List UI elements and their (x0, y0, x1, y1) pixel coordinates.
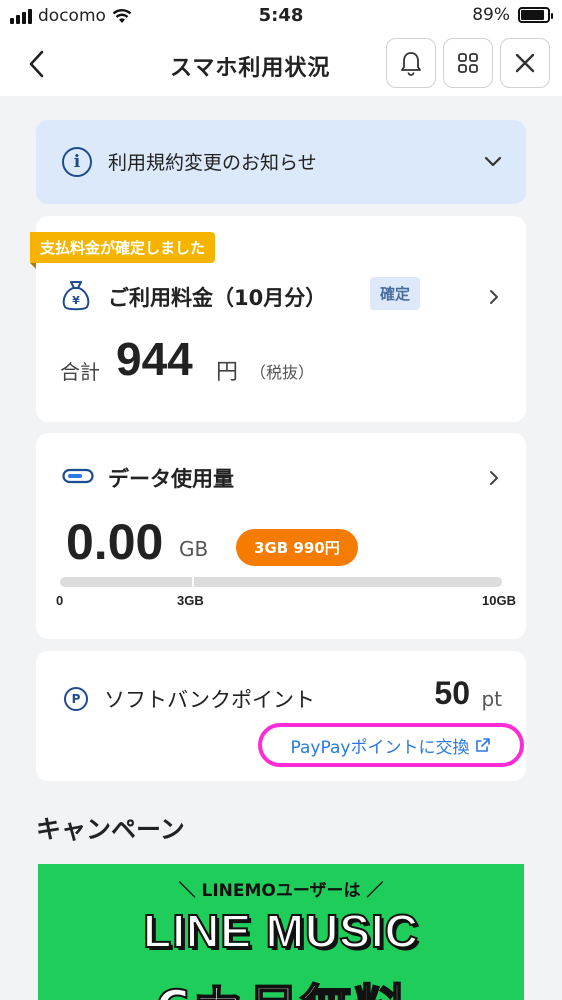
notification-button[interactable] (386, 38, 436, 88)
campaign-banner[interactable]: ＼ LINEMOユーザーは ／ LINE MUSIC 6カ月無料 (38, 864, 524, 1000)
points-value: 50 (434, 675, 470, 711)
billing-title: ご利用料金（10月分） (108, 286, 327, 310)
banner-headline: LINE MUSIC (142, 904, 419, 958)
exchange-link-label: PayPayポイントに交換 (290, 737, 470, 758)
chevron-down-icon (484, 156, 502, 167)
back-icon (29, 50, 44, 78)
status-bar: docomo 5:48 89% (0, 0, 562, 34)
confirmed-ribbon: 支払料金が確定しました (30, 232, 216, 269)
grid-icon (458, 53, 478, 73)
menu-grid-button[interactable] (443, 38, 493, 88)
point-icon: P (64, 687, 88, 711)
plan-limit-marker (192, 575, 194, 589)
points-title: ソフトバンクポイント (104, 688, 316, 712)
data-usage-title: データ使用量 (108, 467, 234, 491)
bell-icon (401, 52, 421, 76)
nav-bar: スマホ利用状況 (0, 34, 562, 96)
battery-percent: 89% (472, 5, 510, 25)
battery-fill (521, 10, 545, 20)
campaign-section-title: キャンペーン (36, 815, 185, 844)
paypay-exchange-link[interactable]: PayPayポイントに交換 (258, 723, 524, 767)
battery-icon (518, 7, 553, 23)
svg-text:¥: ¥ (72, 294, 80, 307)
status-right: 89% (472, 5, 553, 25)
total-unit: 円 (216, 360, 239, 385)
data-used-value: 0.00 (66, 514, 164, 570)
status-badge: 確定 (370, 277, 421, 310)
chevron-right-icon (490, 471, 498, 485)
money-bag-icon: ¥ (62, 281, 90, 311)
notice-text: 利用規約変更のお知らせ (108, 152, 317, 174)
chevron-right-icon (490, 290, 498, 304)
banner-subtitle: ＼ LINEMOユーザーは ／ (178, 881, 384, 901)
back-button[interactable] (18, 46, 54, 82)
terms-notice-accordion[interactable]: i 利用規約変更のお知らせ (36, 120, 526, 204)
data-usage-bar (60, 575, 502, 589)
total-label: 合計 (60, 360, 100, 384)
tick-label: 0 (56, 593, 64, 608)
page-title: スマホ利用状況 (170, 56, 331, 81)
tick-label: 3GB (177, 593, 204, 608)
sim-data-icon (62, 468, 94, 484)
info-icon: i (62, 147, 92, 177)
data-usage-card[interactable]: データ使用量 0.00 GB 3GB 990円 0 3GB 10GB (36, 433, 526, 639)
points-card: P ソフトバンクポイント 50 pt PayPayポイントに交換 (36, 651, 526, 781)
total-amount: 944 (116, 333, 193, 385)
plan-badge: 3GB 990円 (236, 529, 358, 566)
points-unit: pt (481, 687, 502, 711)
data-used-unit: GB (179, 537, 209, 561)
close-icon (515, 53, 535, 73)
tick-label: 10GB (482, 593, 516, 608)
close-button[interactable] (500, 38, 550, 88)
tax-note: （税抜） (250, 363, 315, 382)
external-link-icon (476, 738, 491, 752)
banner-headline-2: 6カ月無料 (38, 966, 524, 1000)
billing-card[interactable]: 支払料金が確定しました ¥ ご利用料金（10月分） 確定 合計 944 円 （税… (30, 216, 526, 422)
